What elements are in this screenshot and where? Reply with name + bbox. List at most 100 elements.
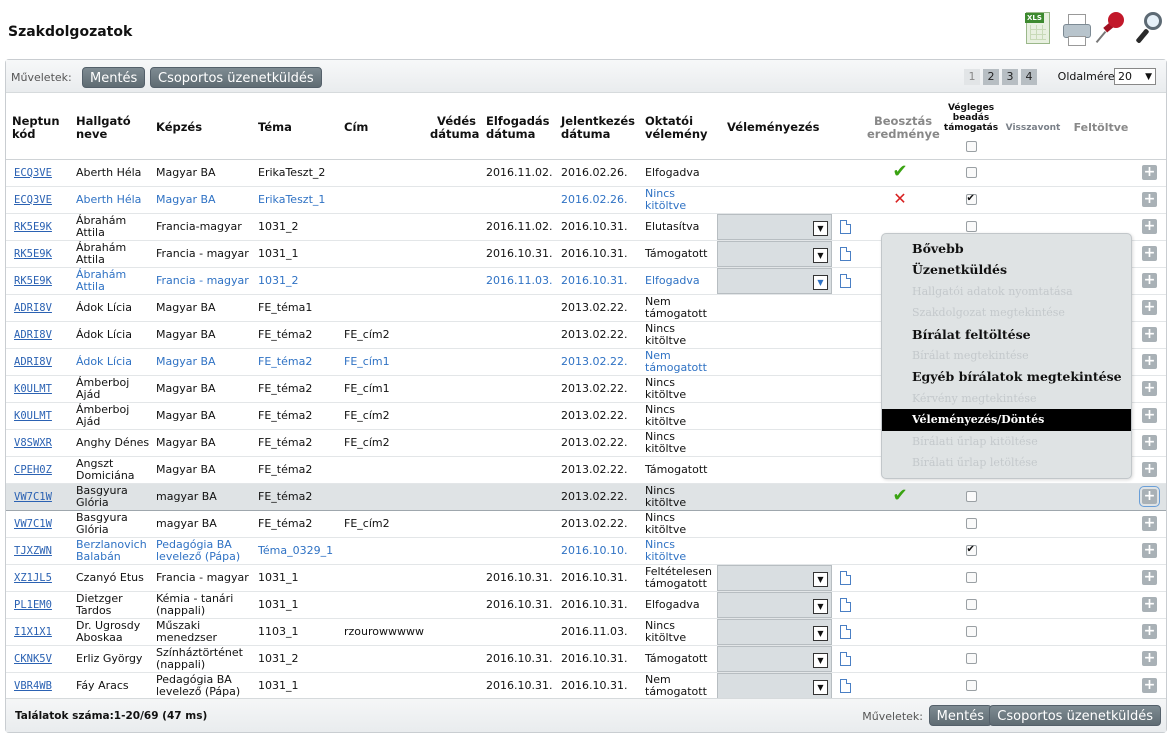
col-withdrawn[interactable]: Visszavont (1003, 97, 1063, 160)
printer-icon[interactable] (1062, 8, 1091, 48)
excel-export-icon[interactable]: XLS (1025, 8, 1054, 48)
neptun-link[interactable]: VW7C1W (14, 491, 52, 503)
neptun-code[interactable]: VW7C1W (6, 510, 70, 538)
neptun-link[interactable]: ADRI8V (14, 356, 52, 368)
neptun-code[interactable]: V8SWXR (6, 429, 70, 457)
expand-plus-icon[interactable]: + (1142, 462, 1157, 477)
col-student[interactable]: Hallgató neve (70, 97, 150, 160)
document-icon[interactable] (840, 246, 851, 261)
opinion-select[interactable]: ▼ (717, 213, 832, 239)
final-submit-checkbox[interactable] (965, 626, 977, 637)
neptun-link[interactable]: I1X1X1 (14, 626, 52, 638)
neptun-code[interactable]: ECQ3VE (6, 159, 70, 187)
neptun-link[interactable]: ECQ3VE (14, 167, 52, 179)
table-row[interactable]: XZ1JL5 Czanyó Etus Francia - magyar 1031_1 2… (6, 564, 1166, 592)
final-submit-checkbox[interactable] (965, 491, 977, 502)
expand-plus-icon[interactable]: + (1142, 381, 1157, 396)
group-message-button[interactable]: Csoportos üzenetküldés (150, 67, 322, 88)
table-row[interactable]: ECQ3VE Aberth Héla Magyar BA ErikaTeszt_2 20… (6, 159, 1166, 187)
final-submit-checkbox[interactable] (965, 167, 977, 178)
page-1[interactable]: 1 (964, 69, 980, 85)
page-4[interactable]: 4 (1021, 69, 1037, 85)
table-row[interactable]: ECQ3VE Aberth Héla Magyar BA ErikaTeszt_1 20… (6, 186, 1166, 214)
expand-plus-icon[interactable]: + (1142, 165, 1157, 180)
final-submit-checkbox[interactable] (965, 653, 977, 664)
neptun-link[interactable]: VBR4WB (14, 680, 52, 692)
col-supervisor-opinion[interactable]: Oktatói vélemény (639, 97, 717, 160)
context-menu-item[interactable]: Bővebb (882, 238, 1131, 259)
final-submit-checkbox[interactable] (965, 680, 977, 691)
expand-plus-icon[interactable]: + (1142, 219, 1157, 234)
expand-plus-icon[interactable]: + (1142, 192, 1157, 207)
final-submit-checkbox[interactable] (965, 221, 977, 232)
neptun-code[interactable]: RK5E9K (6, 267, 70, 295)
col-neptun[interactable]: Neptun kód (6, 97, 70, 160)
expand-plus-icon[interactable]: + (1142, 570, 1157, 585)
col-accept-date[interactable]: Elfogadás dátuma (480, 97, 555, 160)
final-submit-checkbox[interactable] (965, 599, 977, 610)
document-icon[interactable] (840, 273, 851, 288)
neptun-code[interactable]: ADRI8V (6, 294, 70, 322)
neptun-link[interactable]: PL1EM0 (14, 599, 52, 611)
table-row[interactable]: I1X1X1 Dr. Ugrosdy Aboskaa Műszaki menedzs… (6, 618, 1166, 646)
neptun-link[interactable]: V8SWXR (14, 437, 52, 449)
pin-icon[interactable] (1095, 8, 1126, 48)
footer-group-message-button[interactable]: Csoportos üzenetküldés (989, 705, 1161, 726)
neptun-code[interactable]: CPEH0Z (6, 456, 70, 484)
table-row[interactable]: PL1EM0 Dietzger Tardos Kémia - tanári (nap… (6, 591, 1166, 619)
expand-plus-icon[interactable]: + (1142, 624, 1157, 639)
page-3[interactable]: 3 (1002, 69, 1018, 85)
table-row[interactable]: VW7C1W Basgyura Glória magyar BA FE_téma2 20… (6, 482, 1166, 511)
context-menu-item[interactable]: Egyéb bírálatok megtekintése (882, 366, 1131, 387)
table-row[interactable]: CKNK5V Erliz György Színháztörténet (nappa… (6, 645, 1166, 673)
neptun-link[interactable]: K0ULMT (14, 410, 52, 422)
select-all-checkbox[interactable] (965, 141, 977, 153)
col-topic[interactable]: Téma (252, 97, 338, 160)
col-opinion[interactable]: Véleményezés (717, 97, 861, 160)
col-title[interactable]: Cím (338, 97, 424, 160)
neptun-link[interactable]: RK5E9K (14, 275, 52, 287)
neptun-link[interactable]: RK5E9K (14, 248, 52, 260)
expand-plus-icon[interactable]: + (1142, 516, 1157, 531)
opinion-select[interactable]: ▼ (717, 564, 832, 590)
neptun-link[interactable]: CKNK5V (14, 653, 52, 665)
col-final-submit[interactable]: Végleges beadás támogatás (939, 97, 1003, 160)
context-menu-item[interactable]: Véleményezés/Döntés (882, 409, 1131, 431)
neptun-code[interactable]: RK5E9K (6, 240, 70, 268)
neptun-link[interactable]: K0ULMT (14, 383, 52, 395)
neptun-link[interactable]: ADRI8V (14, 329, 52, 341)
col-assignment-result[interactable]: Beosztás eredménye (861, 97, 940, 160)
expand-plus-icon[interactable]: + (1139, 486, 1160, 507)
col-apply-date[interactable]: Jelentkezés dátuma (555, 97, 639, 160)
table-row[interactable]: TJXZWN Berzlanovich Balabán Pedagógia BA l… (6, 537, 1166, 565)
expand-plus-icon[interactable]: + (1142, 273, 1157, 288)
document-icon[interactable] (840, 624, 851, 639)
expand-plus-icon[interactable]: + (1142, 354, 1157, 369)
expand-plus-icon[interactable]: + (1142, 651, 1157, 666)
document-icon[interactable] (840, 219, 851, 234)
neptun-link[interactable]: ADRI8V (14, 302, 52, 314)
save-button[interactable]: Mentés (82, 67, 146, 88)
expand-plus-icon[interactable]: + (1142, 246, 1157, 261)
table-row[interactable]: VBR4WB Fáy Aracs Pedagógia BA levelező (Pá… (6, 672, 1166, 700)
magnifier-icon[interactable] (1134, 8, 1162, 48)
final-submit-checkbox[interactable] (965, 518, 977, 529)
neptun-link[interactable]: ECQ3VE (14, 194, 52, 206)
opinion-select[interactable]: ▼ (717, 267, 832, 293)
opinion-select[interactable]: ▼ (717, 618, 832, 644)
neptun-code[interactable]: RK5E9K (6, 213, 70, 241)
neptun-code[interactable]: ECQ3VE (6, 186, 70, 214)
context-menu-item[interactable]: Üzenetküldés (882, 259, 1131, 280)
table-row[interactable]: VW7C1W Basgyura Glória magyar BA FE_téma2 FE… (6, 510, 1166, 538)
opinion-select[interactable]: ▼ (717, 591, 832, 617)
opinion-select[interactable]: ▼ (717, 240, 832, 266)
document-icon[interactable] (840, 651, 851, 666)
document-icon[interactable] (840, 597, 851, 612)
expand-plus-icon[interactable]: + (1142, 408, 1157, 423)
neptun-code[interactable]: CKNK5V (6, 645, 70, 673)
neptun-code[interactable]: VBR4WB (6, 672, 70, 700)
neptun-code[interactable]: VW7C1W (6, 482, 70, 511)
expand-plus-icon[interactable]: + (1142, 435, 1157, 450)
neptun-code[interactable]: ADRI8V (6, 321, 70, 349)
footer-save-button[interactable]: Mentés (928, 705, 992, 726)
